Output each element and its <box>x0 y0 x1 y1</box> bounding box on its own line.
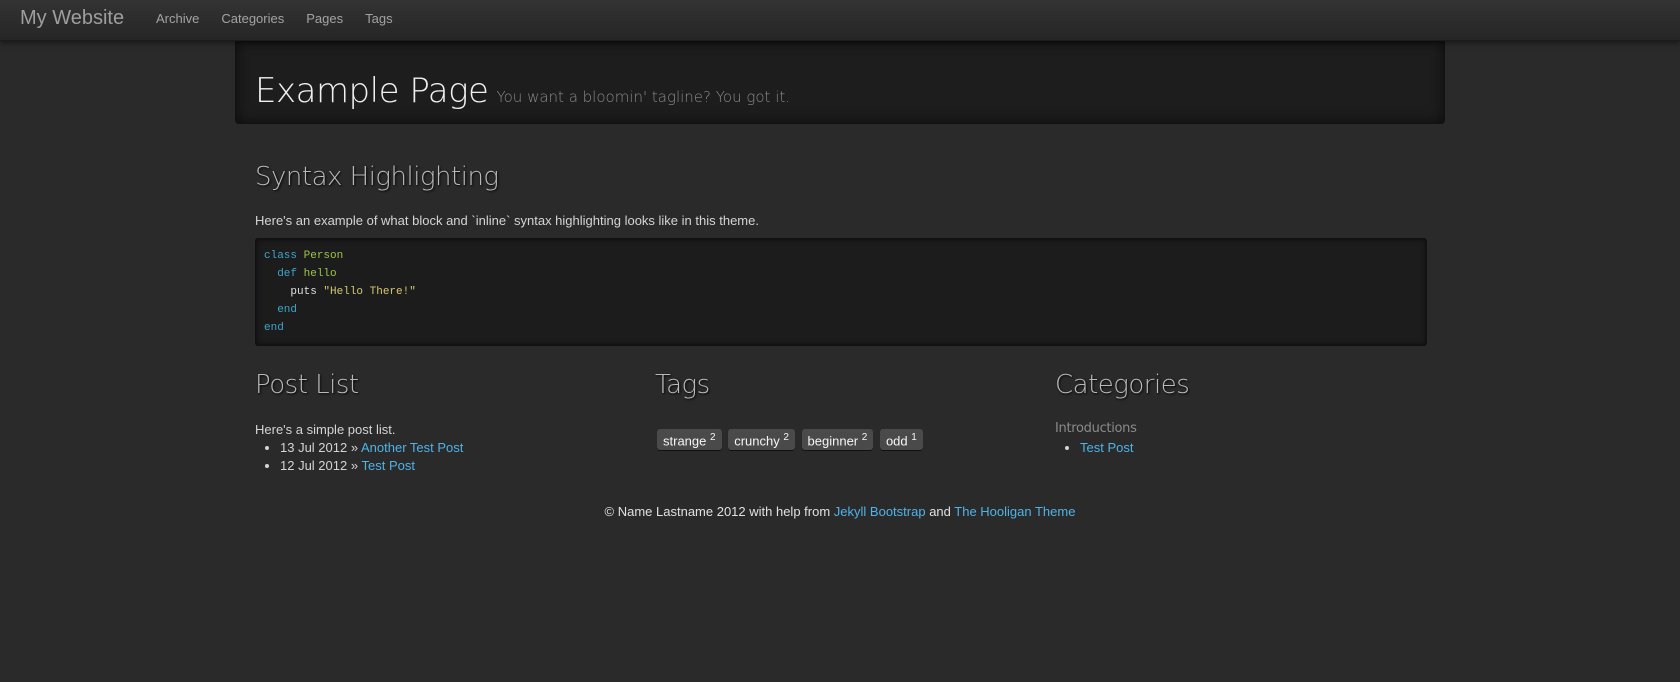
post-date: 13 Jul 2012 <box>280 440 348 455</box>
category-group-title: Introductions <box>1055 421 1137 436</box>
code-puts: puts <box>290 286 317 298</box>
syntax-heading: Syntax Highlighting <box>255 162 499 192</box>
tag-cloud: strange 2 crunchy 2 beginner 2 odd 1 <box>657 429 926 451</box>
code-string: "Hello There!" <box>323 286 416 298</box>
post-link[interactable]: Test Post <box>361 458 414 473</box>
navbar: My Website Archive Categories Pages Tags <box>0 0 1680 41</box>
footer-link-hooligan-theme[interactable]: The Hooligan Theme <box>954 504 1075 519</box>
code-kw-def: def <box>277 268 298 280</box>
footer-and: and <box>929 504 951 519</box>
page-title-text: Example Page <box>255 71 489 111</box>
post-date: 12 Jul 2012 <box>280 458 348 473</box>
code-class-name: Person <box>303 250 344 262</box>
footer-link-jekyll-bootstrap[interactable]: Jekyll Bootstrap <box>834 504 926 519</box>
code-kw-end-inner: end <box>277 304 298 316</box>
brand-link[interactable]: My Website <box>20 7 124 30</box>
code-method-name: hello <box>303 268 337 280</box>
page-header: Example Page You want a bloomin' tagline?… <box>235 40 1445 124</box>
list-item: 12 Jul 2012 » Test Post <box>280 457 463 475</box>
tag-strange[interactable]: strange 2 <box>657 429 722 451</box>
footer-text: © Name Lastname 2012 with help from <box>604 504 831 519</box>
list-item: Test Post <box>1080 439 1133 457</box>
post-sep: » <box>350 458 359 473</box>
page-tagline: You want a bloomin' tagline? You got it. <box>496 88 791 106</box>
tag-beginner[interactable]: beginner 2 <box>801 429 874 451</box>
category-list: Test Post <box>1055 439 1133 457</box>
tag-odd[interactable]: odd 1 <box>879 429 923 451</box>
footer: © Name Lastname 2012 with help from Jeky… <box>0 504 1680 519</box>
nav-archive[interactable]: Archive <box>145 0 210 40</box>
category-post-link[interactable]: Test Post <box>1080 440 1133 455</box>
code-kw-class: class <box>264 250 298 262</box>
tag-crunchy[interactable]: crunchy 2 <box>728 429 795 451</box>
post-list: 13 Jul 2012 » Another Test Post 12 Jul 2… <box>255 439 463 475</box>
nav-categories[interactable]: Categories <box>210 0 295 40</box>
syntax-intro: Here's an example of what block and `inl… <box>255 213 759 228</box>
nav-tags[interactable]: Tags <box>354 0 403 40</box>
nav-pages[interactable]: Pages <box>295 0 354 40</box>
nav-links: Archive Categories Pages Tags <box>145 0 404 40</box>
code-kw-end-outer: end <box>264 322 284 334</box>
categories-heading: Categories <box>1055 370 1190 400</box>
list-item: 13 Jul 2012 » Another Test Post <box>280 439 463 457</box>
post-list-intro: Here's a simple post list. <box>255 422 396 437</box>
post-link[interactable]: Another Test Post <box>361 440 463 455</box>
post-list-heading: Post List <box>255 370 359 400</box>
post-sep: » <box>350 440 359 455</box>
page-title: Example Page You want a bloomin' tagline?… <box>255 71 790 111</box>
tags-heading: Tags <box>655 370 710 400</box>
code-block: class Person def hello puts "Hello There… <box>255 238 1427 346</box>
